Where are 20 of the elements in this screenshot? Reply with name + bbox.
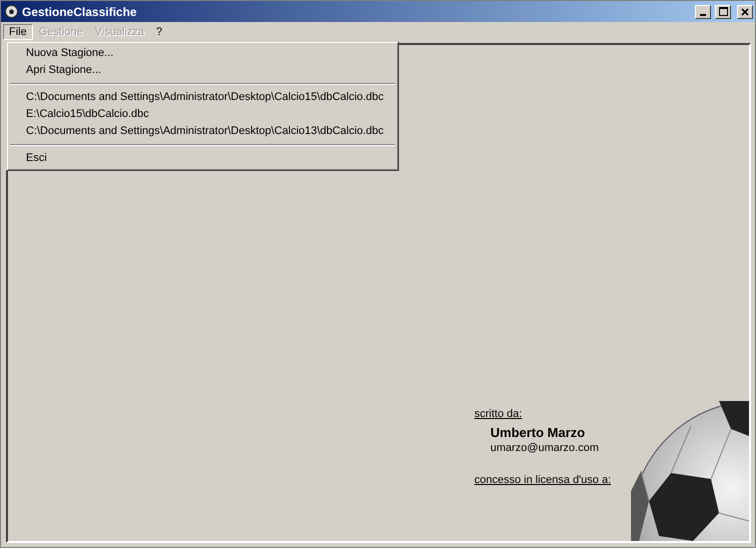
menu-item[interactable]: ? (150, 24, 168, 40)
minimize-button[interactable] (695, 4, 711, 18)
menu-entry[interactable]: Nuova Stagione... (9, 45, 396, 62)
license-label: concesso in licensa d'uso a: (474, 474, 611, 486)
author-email: umarzo@umarzo.com (490, 442, 600, 454)
menu-entry[interactable]: E:\Calcio15\dbCalcio.dbc (9, 106, 396, 123)
minimize-icon (700, 14, 706, 16)
close-button[interactable] (737, 4, 753, 18)
menu-entry[interactable]: Esci (9, 150, 396, 167)
author-name: Umberto Marzo (490, 425, 586, 440)
written-by-label: scritto da: (474, 408, 524, 420)
maximize-button[interactable] (715, 4, 731, 18)
maximize-icon (718, 7, 728, 16)
ball-icon (5, 5, 18, 18)
menu-entry[interactable]: Apri Stagione... (9, 62, 396, 79)
menu-entry[interactable]: C:\Documents and Settings\Administrator\Desktop\Calcio15\dbCalcio.dbc (9, 89, 396, 106)
close-icon (741, 8, 749, 16)
window-title: GestioneClassifiche (22, 4, 138, 18)
menu-item[interactable]: File (3, 24, 33, 40)
menu-entry[interactable]: C:\Documents and Settings\Administrator\Desktop\Calcio13\dbCalcio.dbc (9, 123, 396, 140)
